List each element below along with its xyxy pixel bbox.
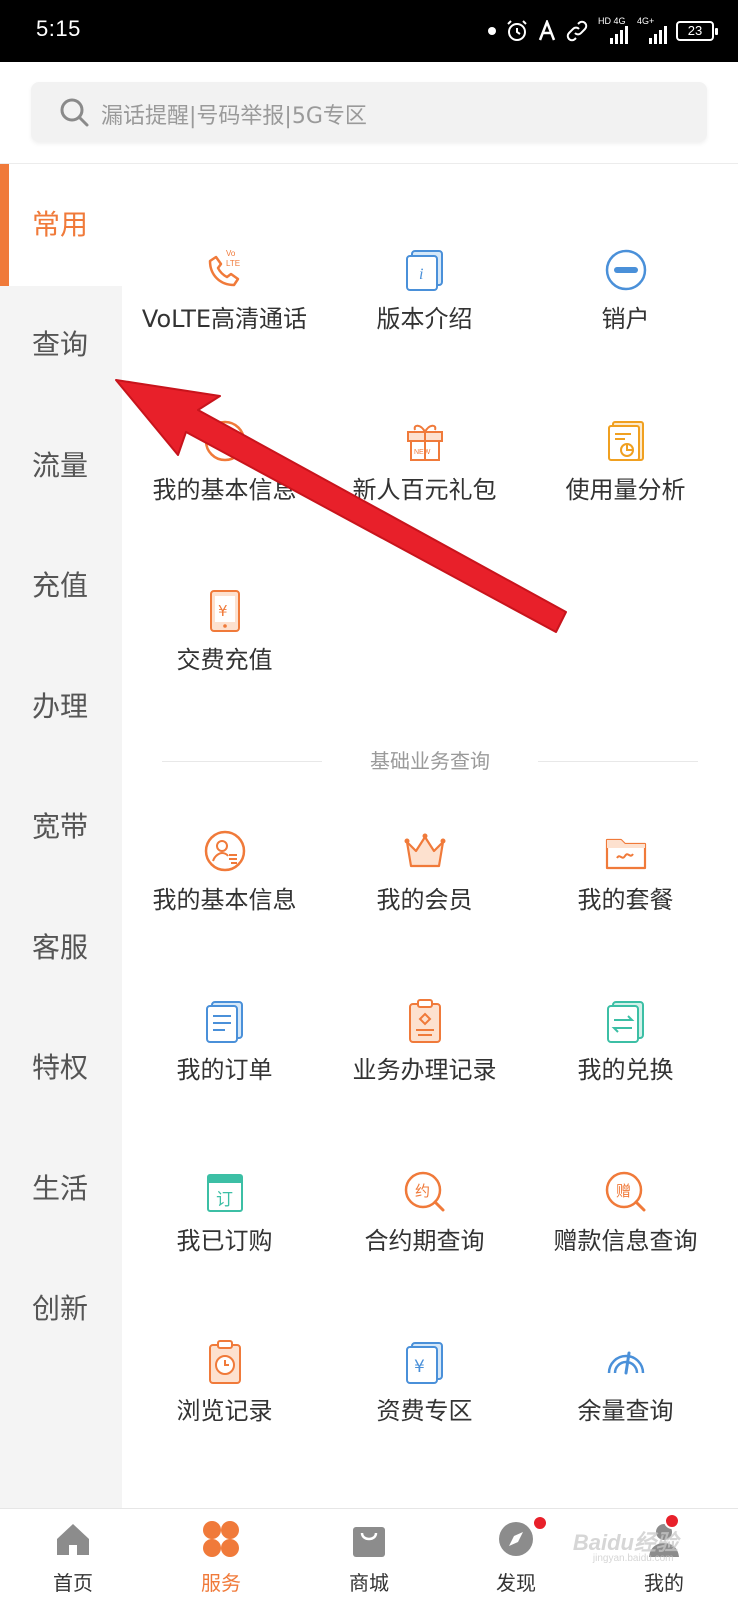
user-profile-icon bbox=[204, 830, 246, 872]
section-title-basic-query: 基础业务查询 bbox=[322, 744, 538, 778]
clipboard-record-icon bbox=[409, 999, 441, 1043]
svg-text:i: i bbox=[419, 266, 423, 283]
search-placeholder: 漏话提醒|号码举报|5G专区 bbox=[101, 104, 367, 129]
search-icon bbox=[60, 98, 89, 127]
svg-text:LTE: LTE bbox=[226, 259, 240, 268]
status-icons: HD 4G 4G+ 23 bbox=[488, 14, 718, 48]
font-a-icon bbox=[538, 20, 556, 41]
search-area: 漏话提醒|号码举报|5G专区 bbox=[0, 62, 738, 164]
service-pay-recharge[interactable]: ¥ 交费充值 bbox=[122, 588, 327, 708]
order-list-icon bbox=[206, 1001, 243, 1043]
battery-indicator: 23 bbox=[676, 21, 718, 41]
svg-text:订: 订 bbox=[216, 1190, 233, 1210]
service-usage-analysis[interactable]: 使用量分析 bbox=[523, 418, 728, 538]
sidebar-item-common[interactable]: 常用 bbox=[0, 164, 122, 286]
signal-4g-plus-icon: 4G+ bbox=[637, 16, 667, 44]
service-basic-info-common[interactable]: 我的基本信息 bbox=[122, 418, 327, 538]
svg-text:Vo: Vo bbox=[226, 249, 236, 258]
clock-circle-icon bbox=[204, 420, 246, 462]
shopping-bag-icon bbox=[353, 1527, 385, 1557]
sidebar-item-broadband[interactable]: 宽带 bbox=[0, 766, 122, 888]
tab-home[interactable]: 首页 bbox=[13, 1509, 133, 1600]
svg-text:¥: ¥ bbox=[414, 1357, 425, 1377]
exchange-icon bbox=[607, 1001, 644, 1043]
category-sidebar: 常用 查询 流量 充值 办理 宽带 客服 特权 生活 创新 bbox=[0, 164, 122, 1508]
history-clipboard-icon bbox=[209, 1340, 241, 1384]
tab-discover[interactable]: 发现 bbox=[456, 1509, 576, 1600]
subscribed-icon: 订 bbox=[207, 1174, 243, 1212]
svg-text:赠: 赠 bbox=[616, 1182, 631, 1200]
query-gift-money[interactable]: 赠 赠款信息查询 bbox=[523, 1169, 728, 1289]
service-volte[interactable]: Vo LTE VoLTE高清通话 bbox=[122, 247, 327, 367]
crown-icon bbox=[404, 833, 446, 868]
query-contract-period[interactable]: 约 合约期查询 bbox=[322, 1169, 527, 1289]
query-my-member[interactable]: 我的会员 bbox=[322, 828, 527, 948]
query-basic-info[interactable]: 我的基本信息 bbox=[122, 828, 327, 948]
status-bar: 5:15 HD 4G 4G+ 23 bbox=[0, 0, 738, 62]
baidu-jingyan-watermark: Baidu经验 jingyan.baidu.com bbox=[572, 1530, 678, 1564]
app-screen: 5:15 HD 4G 4G+ 23 漏话提醒|号码举报|5G专区 常用 查询 流… bbox=[0, 0, 738, 1600]
search-input[interactable]: 漏话提醒|号码举报|5G专区 bbox=[31, 82, 707, 142]
svg-text:NEW: NEW bbox=[414, 449, 431, 456]
tab-mall[interactable]: 商城 bbox=[309, 1509, 429, 1600]
compass-icon bbox=[499, 1522, 533, 1556]
sidebar-item-service[interactable]: 客服 bbox=[0, 887, 122, 1009]
sidebar-item-innovation[interactable]: 创新 bbox=[0, 1248, 122, 1370]
minus-circle-icon bbox=[605, 249, 647, 291]
sidebar-item-privilege[interactable]: 特权 bbox=[0, 1007, 122, 1129]
sidebar-item-handle[interactable]: 办理 bbox=[0, 646, 122, 768]
service-newbie-gift[interactable]: NEW 新人百元礼包 bbox=[322, 418, 527, 538]
sidebar-item-life[interactable]: 生活 bbox=[0, 1128, 122, 1250]
balance-gauge-icon bbox=[607, 1351, 645, 1375]
tab-service[interactable]: 服务 bbox=[161, 1509, 281, 1600]
signal-4g-hd-icon: HD 4G bbox=[598, 16, 628, 44]
svg-text:约: 约 bbox=[415, 1182, 430, 1200]
service-grid-icon bbox=[203, 1521, 239, 1557]
service-version-intro[interactable]: i 版本介绍 bbox=[322, 247, 527, 367]
home-icon bbox=[57, 1524, 89, 1555]
query-subscribed[interactable]: 订 我已订购 bbox=[122, 1169, 327, 1289]
query-browse-history[interactable]: 浏览记录 bbox=[122, 1339, 327, 1459]
sidebar-item-data[interactable]: 流量 bbox=[0, 405, 122, 527]
discover-badge bbox=[532, 1515, 548, 1531]
query-my-exchange[interactable]: 我的兑换 bbox=[523, 998, 728, 1118]
volte-phone-icon: Vo LTE bbox=[208, 249, 240, 287]
info-card-icon: i bbox=[406, 250, 443, 291]
sidebar-item-recharge[interactable]: 充值 bbox=[0, 525, 122, 647]
phone-yen-icon: ¥ bbox=[210, 590, 240, 632]
package-folder-icon bbox=[605, 838, 647, 870]
query-my-orders[interactable]: 我的订单 bbox=[122, 998, 327, 1118]
tariff-yen-icon: ¥ bbox=[406, 1342, 443, 1384]
query-balance[interactable]: 余量查询 bbox=[523, 1339, 728, 1459]
report-chart-icon bbox=[608, 421, 644, 461]
query-business-records[interactable]: 业务办理记录 bbox=[322, 998, 527, 1118]
gift-money-search-icon: 赠 bbox=[605, 1171, 646, 1212]
gift-box-icon: NEW bbox=[407, 424, 443, 461]
query-my-package[interactable]: 我的套餐 bbox=[523, 828, 728, 948]
query-tariff-zone[interactable]: ¥ 资费专区 bbox=[322, 1339, 527, 1459]
service-cancel-account[interactable]: 销户 bbox=[523, 247, 728, 367]
notification-dot-icon bbox=[488, 27, 496, 35]
contract-search-icon: 约 bbox=[404, 1171, 445, 1212]
svg-text:¥: ¥ bbox=[218, 602, 228, 620]
status-time: 5:15 bbox=[36, 16, 81, 41]
service-content: Vo LTE VoLTE高清通话 i 版本介绍 销户 我的基本信息 NEW 新人… bbox=[122, 164, 738, 1508]
alarm-icon bbox=[507, 20, 527, 41]
link-icon bbox=[566, 20, 588, 42]
sidebar-item-query[interactable]: 查询 bbox=[0, 284, 122, 406]
